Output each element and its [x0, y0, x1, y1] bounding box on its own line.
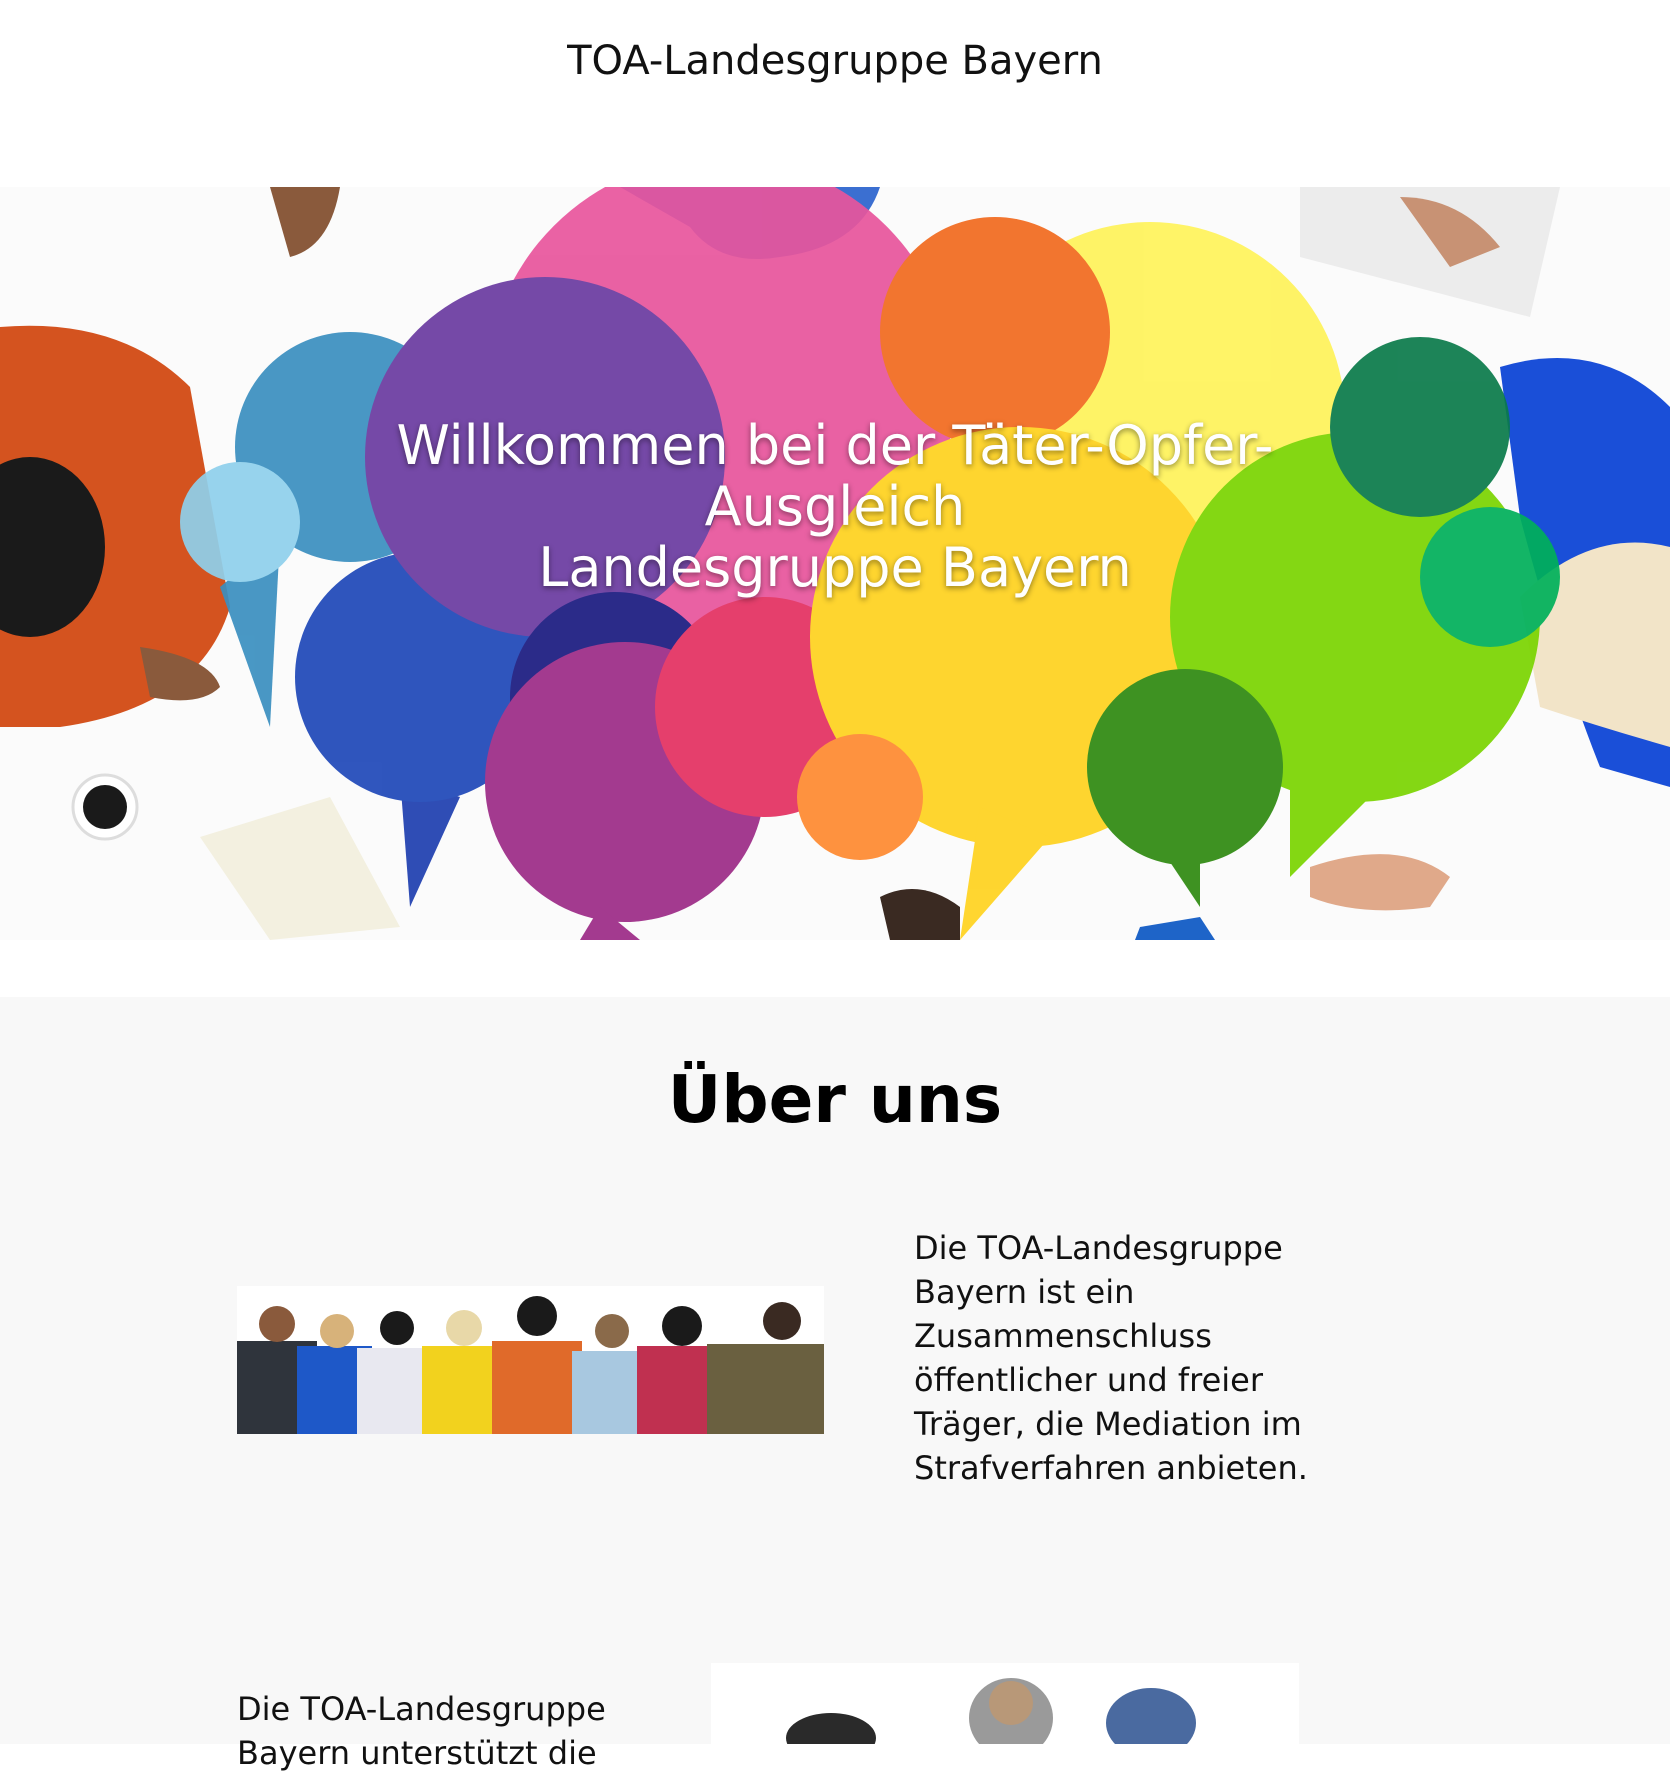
hero-heading-line-3: Landesgruppe Bayern [538, 536, 1132, 599]
hero-heading: Willkommen bei der Täter-Opfer- Ausgleic… [0, 415, 1670, 598]
about-section: Über uns Die TOA-Landesgruppe Bayern ist… [0, 997, 1670, 1772]
hero-heading-line-1: Willkommen bei der Täter-Opfer- [396, 414, 1274, 477]
hero-banner: Willkommen bei der Täter-Opfer- Ausgleic… [0, 187, 1670, 940]
site-header: TOA-Landesgruppe Bayern [0, 0, 1670, 187]
group-embrace-image [237, 1286, 824, 1434]
site-title-link[interactable]: TOA-Landesgruppe Bayern [0, 38, 1670, 84]
about-paragraph-1: Die TOA-Landesgruppe Bayern ist ein Zusa… [914, 1229, 1308, 1487]
about-paragraph-2: Die TOA-Landesgruppe Bayern unterstützt … [237, 1690, 606, 1772]
hero-heading-line-2: Ausgleich [704, 475, 966, 538]
meeting-table-image [711, 1663, 1299, 1744]
about-title: Über uns [667, 1061, 1003, 1138]
